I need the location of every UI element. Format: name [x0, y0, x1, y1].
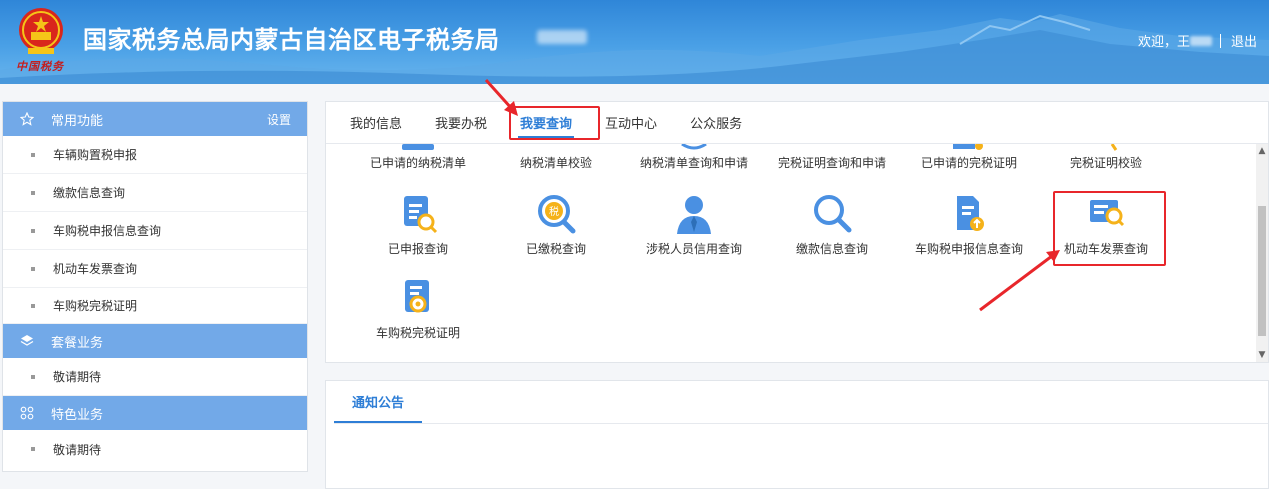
sidebar-item[interactable]: 敬请期待 [3, 430, 307, 468]
layers-icon [19, 333, 35, 349]
bullet-icon [31, 228, 35, 233]
sidebar-item[interactable]: 缴款信息查询 [3, 174, 307, 212]
query-item-label: 已申请的完税证明 [920, 156, 1017, 170]
query-item-label: 已申请的纳税清单 [369, 156, 466, 170]
sidebar-section-title: 套餐业务 [51, 335, 104, 351]
query-item[interactable]: 纳税清单查询和申请 [624, 144, 764, 171]
tab-notice[interactable]: 通知公告 [334, 381, 422, 423]
query-item[interactable]: 已申请的完税证明 [899, 144, 1039, 171]
sidebar-item[interactable]: 车辆购置税申报 [3, 136, 307, 174]
bullet-icon [31, 190, 35, 195]
scroll-up-icon[interactable]: ▲ [1256, 144, 1268, 158]
search-icon [681, 144, 707, 150]
document-upload-icon [957, 196, 984, 231]
sidebar-item-label: 缴款信息查询 [53, 186, 126, 200]
sidebar-item[interactable]: 车购税完税证明 [3, 288, 307, 324]
query-item[interactable]: 完税证明查询和申请 [762, 154, 902, 171]
tab-bar: 我的信息 我要办税 我要查询 互动中心 公众服务 [326, 102, 1268, 144]
sidebar-item-label: 敬请期待 [53, 442, 102, 457]
sidebar-section-title: 特色业务 [51, 407, 104, 423]
person-icon [677, 196, 711, 234]
sidebar-item-label: 敬请期待 [53, 370, 102, 384]
query-item-vpt-certificate[interactable]: 车购税完税证明 [348, 276, 488, 341]
sidebar-section-package[interactable]: 套餐业务 [3, 324, 307, 358]
user-area: 欢迎，王 退出 [1138, 31, 1257, 50]
query-item-label: 完税证明查询和申请 [777, 156, 886, 170]
query-item-label: 纳税清单查询和申请 [639, 156, 748, 170]
query-item-label: 车购税申报信息查询 [914, 242, 1023, 256]
bullet-icon [31, 303, 35, 308]
tax-search-icon: 税 [538, 195, 576, 234]
tab-my-info[interactable]: 我的信息 [350, 102, 402, 144]
target-item-highlight [1053, 191, 1166, 266]
sidebar-item-label: 车购税完税证明 [53, 299, 138, 313]
query-item-label: 已缴税查询 [525, 242, 586, 256]
query-item-label: 纳税清单校验 [519, 156, 592, 170]
vertical-scrollbar[interactable]: ▲ ▼ [1256, 144, 1268, 362]
notice-panel: 通知公告 [325, 380, 1269, 489]
query-item-label: 完税证明校验 [1069, 156, 1142, 170]
logout-link[interactable]: 退出 [1231, 31, 1257, 50]
tab-interaction[interactable]: 互动中心 [605, 102, 657, 144]
divider [1219, 33, 1221, 48]
star-icon [19, 111, 35, 127]
verify-icon [1110, 144, 1118, 151]
sidebar-item[interactable]: 敬请期待 [3, 358, 307, 396]
query-item-label: 已申报查询 [387, 242, 448, 256]
tax-badge-text: 税 [549, 205, 559, 218]
bullet-icon [31, 152, 35, 157]
query-item-label: 车购税完税证明 [375, 326, 460, 340]
redacted-username [1189, 35, 1212, 46]
site-title: 国家税务总局内蒙古自治区电子税务局 [83, 26, 500, 54]
bullet-icon [31, 374, 35, 379]
document-search-icon [404, 196, 438, 234]
certificate-search-icon [405, 280, 429, 313]
welcome-text: 欢迎，王 [1137, 35, 1190, 50]
sidebar-item-label: 车辆购置税申报 [53, 148, 138, 162]
query-item-payment-info[interactable]: 缴款信息查询 [762, 192, 902, 257]
sidebar-item-label: 机动车发票查询 [53, 262, 138, 276]
header-banner: 中国税务 国家税务总局内蒙古自治区电子税务局 欢迎，王 退出 [0, 0, 1269, 84]
sidebar-item[interactable]: 机动车发票查询 [3, 250, 307, 288]
query-item-label: 缴款信息查询 [795, 242, 868, 256]
tab-public-service[interactable]: 公众服务 [690, 102, 742, 144]
query-item-label: 涉税人员信用查询 [645, 242, 742, 256]
national-emblem-logo [19, 8, 63, 54]
brand-script-text: 中国税务 [16, 60, 64, 73]
query-item[interactable]: 已申请的纳税清单 [348, 144, 488, 171]
active-tab-highlight [509, 106, 600, 140]
sidebar-item-label: 车购税申报信息查询 [53, 224, 162, 238]
scroll-thumb[interactable] [1258, 206, 1266, 336]
scroll-down-icon[interactable]: ▼ [1256, 348, 1268, 362]
settings-link[interactable]: 设置 [267, 111, 291, 128]
redacted-region-name [537, 30, 587, 44]
sidebar: 常用功能 设置 车辆购置税申报 缴款信息查询 车购税申报信息查询 机动车发票查询… [2, 101, 308, 472]
query-item-credit[interactable]: 涉税人员信用查询 [624, 192, 764, 257]
query-item[interactable]: 纳税清单校验 [486, 154, 626, 171]
list-icon [402, 144, 434, 150]
divider [334, 423, 1268, 424]
magnifier-icon [814, 195, 852, 233]
query-item-vpt-declaration[interactable]: 车购税申报信息查询 [899, 192, 1039, 257]
query-item[interactable]: 完税证明校验 [1036, 144, 1176, 171]
sidebar-section-title: 常用功能 [51, 113, 104, 129]
bullet-icon [31, 266, 35, 271]
certificate-icon [953, 144, 983, 150]
query-item-filed[interactable]: 已申报查询 [348, 192, 488, 257]
bullet-icon [31, 447, 35, 451]
sidebar-item[interactable]: 车购税申报信息查询 [3, 212, 307, 250]
tab-tax-handling[interactable]: 我要办税 [435, 102, 487, 144]
sidebar-section-common[interactable]: 常用功能 设置 [3, 102, 307, 136]
grid-icon [19, 405, 35, 421]
query-item-paid[interactable]: 税 已缴税查询 [486, 192, 626, 257]
sidebar-section-featured[interactable]: 特色业务 [3, 396, 307, 430]
